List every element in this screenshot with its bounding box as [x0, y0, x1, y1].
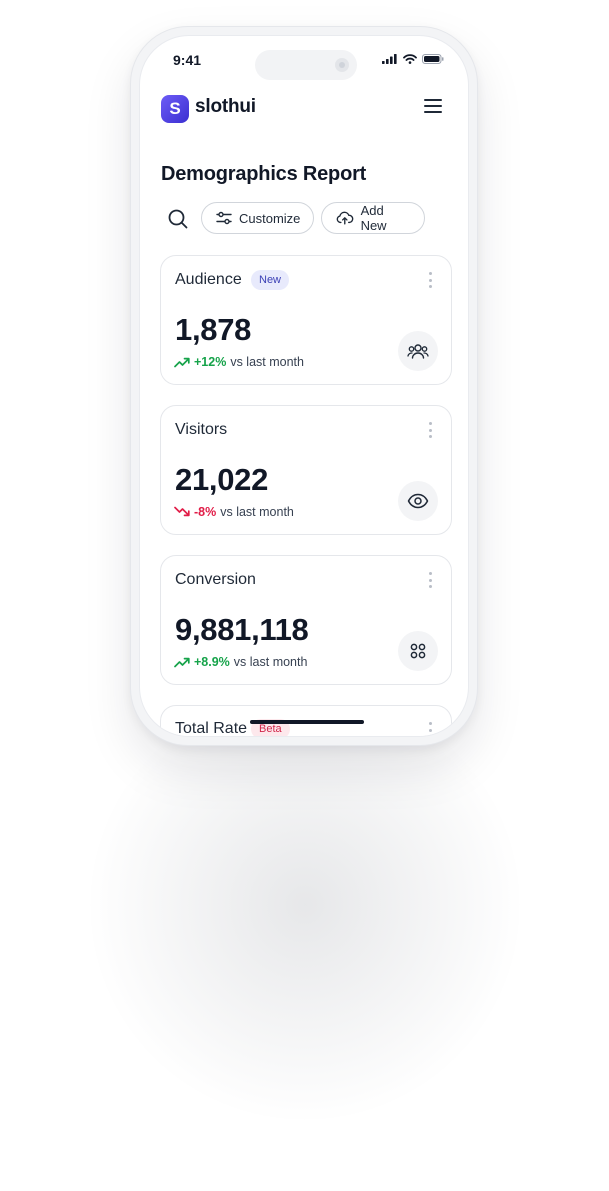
phone-screen: 9:41 S slothui Demographics Report Custo…: [139, 35, 469, 737]
card-title: Conversion: [175, 571, 256, 588]
hamburger-menu-icon[interactable]: [424, 99, 442, 115]
stat-card-audience[interactable]: Audience New 1,878 +12% vs last month: [160, 255, 452, 385]
trend-up-icon: [174, 357, 190, 368]
trend-down-icon: [174, 506, 190, 517]
signal-icon: [382, 54, 397, 64]
stat-card-conversion[interactable]: Conversion 9,881,118 +8.9% vs last month: [160, 555, 452, 685]
dynamic-island: [255, 50, 357, 80]
wifi-icon: [403, 54, 417, 64]
card-value: 21,022: [175, 462, 269, 497]
trend-note: vs last month: [233, 655, 308, 669]
phone-frame: 9:41 S slothui Demographics Report Custo…: [130, 26, 478, 746]
cloud-upload-icon: [336, 211, 354, 225]
add-new-button[interactable]: Add New: [321, 202, 425, 234]
status-icons: [382, 54, 444, 64]
card-title: Visitors: [175, 421, 228, 438]
card-trend: +8.9% vs last month: [174, 655, 307, 669]
trend-percent: -8%: [194, 505, 217, 519]
card-trend: +12% vs last month: [174, 355, 304, 369]
grid-icon: [398, 631, 438, 671]
customize-button[interactable]: Customize: [201, 202, 314, 234]
trend-note: vs last month: [220, 505, 294, 519]
stage: 9:41 S slothui Demographics Report Custo…: [0, 0, 609, 1191]
add-new-label: Add New: [360, 203, 387, 233]
users-icon: [398, 331, 438, 371]
sliders-icon: [216, 211, 232, 225]
more-options-icon[interactable]: [427, 722, 433, 736]
battery-icon: [422, 54, 444, 64]
customize-label: Customize: [239, 210, 301, 226]
device-shadow: [90, 690, 520, 1120]
home-indicator[interactable]: [250, 720, 364, 724]
status-time: 9:41: [173, 52, 202, 68]
more-options-icon[interactable]: [427, 572, 433, 588]
trend-note: vs last month: [230, 355, 304, 369]
card-title: Audience: [175, 271, 242, 288]
trend-percent: +8.9%: [194, 655, 230, 669]
eye-icon: [398, 481, 438, 521]
trend-percent: +12%: [194, 355, 227, 369]
search-icon[interactable]: [167, 208, 189, 230]
card-trend: -8% vs last month: [174, 505, 294, 519]
card-title: Total Rate: [175, 720, 248, 737]
more-options-icon[interactable]: [427, 272, 433, 288]
card-value: 1,878: [175, 312, 252, 347]
camera-icon: [335, 58, 349, 72]
app-name: slothui: [195, 96, 256, 117]
app-logo[interactable]: S: [161, 95, 189, 123]
stat-card-visitors[interactable]: Visitors 21,022 -8% vs last month: [160, 405, 452, 535]
page-title: Demographics Report: [161, 163, 367, 185]
status-badge: New: [251, 270, 290, 290]
trend-up-icon: [174, 657, 190, 668]
more-options-icon[interactable]: [427, 422, 433, 438]
card-value: 9,881,118: [175, 612, 309, 647]
